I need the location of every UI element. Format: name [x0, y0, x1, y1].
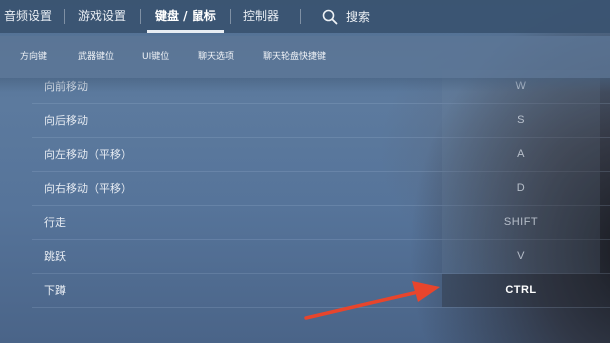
tab-divider [300, 9, 301, 24]
keybinding-row-strafe-left: 向左移动（平移） A [32, 138, 610, 172]
subtab-weapon-keys[interactable]: 武器键位 [78, 36, 114, 78]
keybinding-row-back: 向后移动 S [32, 104, 610, 138]
subtab-ui-keys[interactable]: UI键位 [142, 36, 169, 78]
tab-game-settings[interactable]: 游戏设置 [78, 0, 126, 33]
action-label: 行走 [44, 216, 66, 229]
key-binding-button[interactable]: A [442, 138, 600, 171]
keybinding-row-crouch: 下蹲 CTRL [32, 274, 610, 308]
tab-controller[interactable]: 控制器 [243, 0, 279, 33]
tab-keyboard-mouse[interactable]: 键盘 / 鼠标 [147, 0, 224, 33]
search-icon [322, 9, 338, 25]
keybinding-list: 向前移动 W 向后移动 S 向左移动（平移） A 向右移动（平移） D 行走 S… [32, 70, 610, 308]
action-label: 跳跃 [44, 250, 66, 263]
keybinding-row-jump: 跳跃 V [32, 240, 610, 274]
key-binding-button[interactable]: D [442, 172, 600, 205]
keybinding-row-walk: 行走 SHIFT [32, 206, 610, 240]
key-binding-button[interactable]: S [442, 104, 600, 137]
tab-divider [140, 9, 141, 24]
keybinding-row-strafe-right: 向右移动（平移） D [32, 172, 610, 206]
subtab-direction-keys[interactable]: 方向键 [20, 36, 47, 78]
top-nav: 音频设置 游戏设置 键盘 / 鼠标 控制器 搜索 [0, 0, 610, 33]
search-button[interactable]: 搜索 [322, 0, 370, 33]
key-binding-button[interactable]: V [442, 240, 600, 273]
subtab-chat-wheel-hotkeys[interactable]: 聊天轮盘快捷键 [263, 36, 326, 78]
key-binding-button[interactable]: SHIFT [442, 206, 600, 239]
subtab-chat-options[interactable]: 聊天选项 [198, 36, 234, 78]
key-binding-button-highlighted[interactable]: CTRL [442, 274, 600, 307]
tab-divider [64, 9, 65, 24]
action-label: 向后移动 [44, 114, 88, 127]
action-label: 向左移动（平移） [44, 148, 132, 161]
tab-audio-settings[interactable]: 音频设置 [4, 0, 52, 33]
action-label: 下蹲 [44, 284, 66, 297]
sub-nav: 方向键 武器键位 UI键位 聊天选项 聊天轮盘快捷键 [0, 36, 610, 78]
tab-divider [230, 9, 231, 24]
search-label: 搜索 [346, 10, 371, 24]
action-label: 向右移动（平移） [44, 182, 132, 195]
